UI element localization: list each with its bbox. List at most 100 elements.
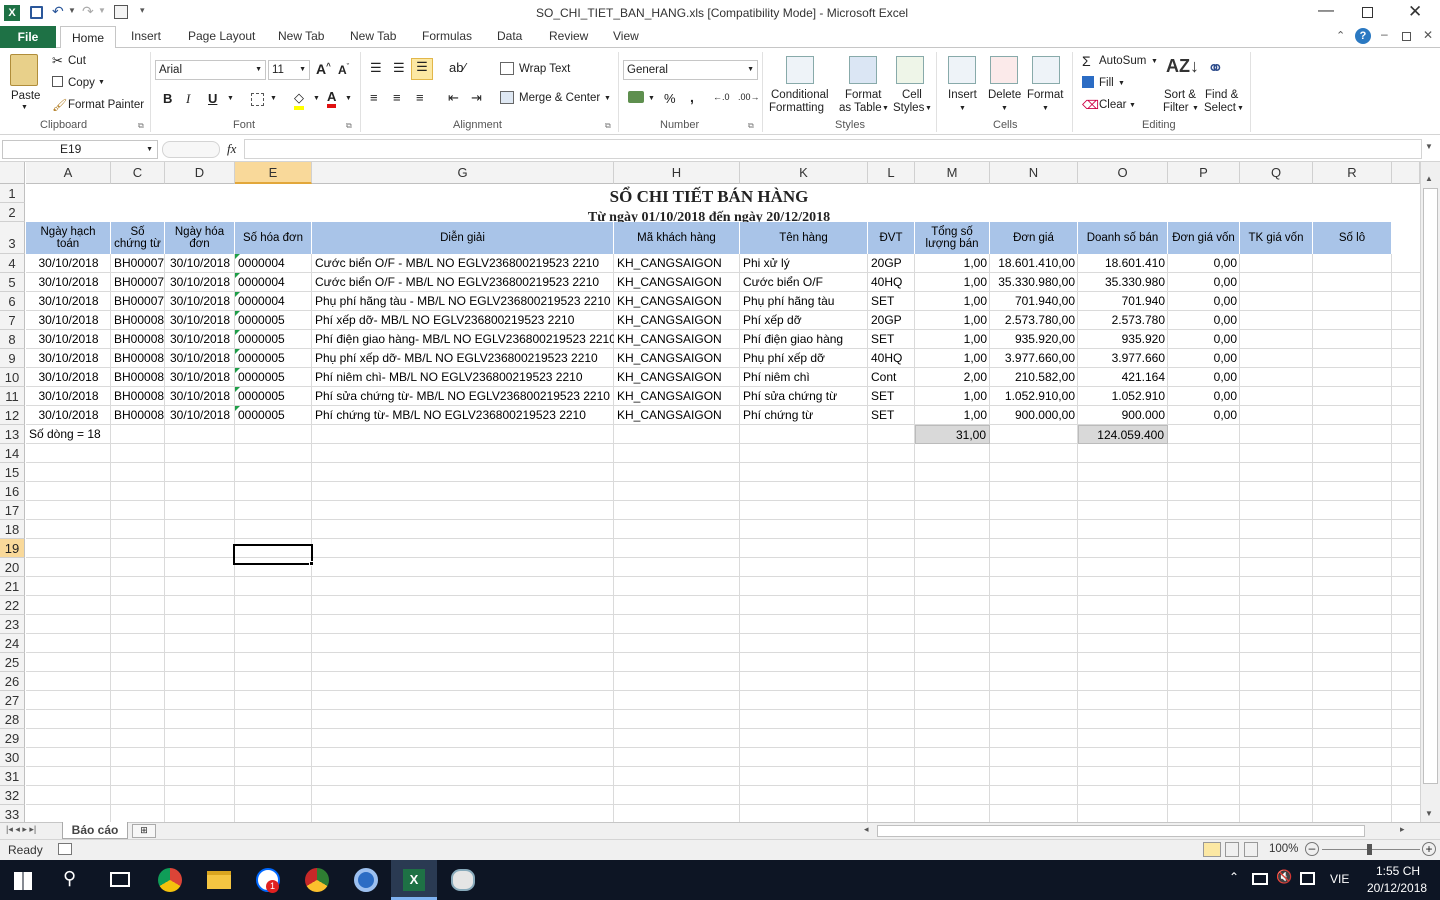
show-hidden-icons-icon[interactable]: ⌃ [1229, 870, 1239, 884]
sheet-tab-bao-cao[interactable]: Báo cáo [62, 822, 128, 839]
table-cell[interactable]: SET [868, 330, 915, 349]
normal-view-icon[interactable] [1203, 842, 1221, 857]
decrease-indent-icon[interactable]: ⇤ [448, 90, 459, 106]
font-size-select[interactable]: 11 ▼ [268, 60, 310, 80]
column-header-l[interactable]: L [868, 162, 915, 184]
tab-file[interactable]: File [0, 26, 56, 48]
table-cell[interactable]: 935.920 [1078, 330, 1168, 349]
table-cell[interactable]: 3.977.660 [1078, 349, 1168, 368]
table-header-cell[interactable]: Đơn giá vốn [1168, 222, 1240, 254]
row-header-9[interactable]: 9 [0, 349, 25, 368]
table-cell[interactable]: 0,00 [1168, 254, 1240, 273]
horizontal-scroll-thumb[interactable] [877, 825, 1365, 837]
font-color-icon[interactable]: A [327, 89, 337, 108]
decrease-decimal-icon[interactable]: .00→ [738, 92, 760, 102]
table-cell[interactable]: 701.940 [1078, 292, 1168, 311]
row-header-6[interactable]: 6 [0, 292, 25, 311]
table-cell[interactable]: 30/10/2018 [26, 349, 111, 368]
row-header-29[interactable]: 29 [0, 729, 25, 748]
doc-close-icon[interactable]: ✕ [1423, 28, 1433, 42]
tab-home[interactable]: Home [60, 26, 116, 49]
table-cell[interactable]: 2,00 [915, 368, 990, 387]
table-cell[interactable]: 30/10/2018 [165, 330, 235, 349]
table-cell[interactable]: KH_CANGSAIGON [614, 330, 740, 349]
minimize-button[interactable]: — [1318, 2, 1334, 20]
table-cell[interactable]: BH00007 [111, 292, 165, 311]
undo-icon[interactable]: ↶ [52, 3, 64, 20]
row-header-10[interactable]: 10 [0, 368, 25, 387]
table-cell[interactable]: 1.052.910,00 [990, 387, 1078, 406]
row-header-23[interactable]: 23 [0, 615, 25, 634]
format-painter-button[interactable]: Format Painter [68, 99, 144, 111]
column-header-a[interactable]: A [26, 162, 111, 184]
table-cell[interactable]: Phi xử lý [740, 254, 868, 273]
notifications-icon[interactable] [1300, 872, 1315, 885]
sort-filter-label-1[interactable]: Sort & [1164, 89, 1196, 101]
table-cell[interactable]: BH00008 [111, 406, 165, 425]
volume-muted-icon[interactable]: 🔇 [1276, 869, 1292, 885]
font-name-select[interactable]: Arial ▼ [155, 60, 266, 80]
table-header-cell[interactable]: Ngày hóa đơn [165, 222, 235, 254]
table-cell[interactable]: 1.052.910 [1078, 387, 1168, 406]
table-cell[interactable]: 0000005 [235, 330, 312, 349]
table-cell[interactable]: 0000005 [235, 311, 312, 330]
tab-view[interactable]: View [613, 29, 639, 43]
row-header-22[interactable]: 22 [0, 596, 25, 615]
table-cell[interactable]: 1,00 [915, 292, 990, 311]
table-cell[interactable]: Phí xếp dỡ- MB/L NO EGLV236800219523 221… [312, 311, 614, 330]
row-header-4[interactable]: 4 [0, 254, 25, 273]
table-cell[interactable]: 0,00 [1168, 406, 1240, 425]
macro-record-icon[interactable] [58, 843, 72, 855]
row-header-5[interactable]: 5 [0, 273, 25, 292]
table-cell[interactable]: 20GP [868, 311, 915, 330]
table-cell[interactable]: KH_CANGSAIGON [614, 387, 740, 406]
column-header-c[interactable]: C [111, 162, 165, 184]
table-header-cell[interactable]: Tên hàng [740, 222, 868, 254]
vertical-scroll-thumb[interactable] [1423, 188, 1438, 784]
align-top-icon[interactable]: ☰ [370, 60, 382, 76]
row-header-13[interactable]: 13 [0, 425, 25, 444]
table-cell[interactable]: SET [868, 406, 915, 425]
total-sales[interactable]: 124.059.400 [1078, 425, 1168, 444]
table-cell[interactable]: Phụ phí hãng tàu - MB/L NO EGLV236800219… [312, 292, 614, 311]
conditional-formatting-label-1[interactable]: Conditional [771, 89, 829, 101]
network-icon[interactable] [1252, 873, 1268, 885]
active-cell-outline[interactable] [233, 544, 313, 565]
table-cell[interactable]: 30/10/2018 [26, 273, 111, 292]
select-all-corner[interactable] [0, 162, 25, 184]
borders-icon[interactable] [251, 93, 264, 106]
row-header-3[interactable]: 3 [0, 222, 25, 254]
table-cell[interactable]: Phí chứng từ- MB/L NO EGLV236800219523 2… [312, 406, 614, 425]
table-cell[interactable]: SET [868, 292, 915, 311]
first-sheet-icon[interactable]: |◂ ◂ ▸ ▸| [6, 824, 36, 835]
table-cell[interactable]: 35.330.980,00 [990, 273, 1078, 292]
delete-dropdown-icon[interactable]: ▼ [1001, 105, 1008, 112]
table-cell[interactable]: 30/10/2018 [26, 311, 111, 330]
table-cell[interactable]: BH00008 [111, 311, 165, 330]
print-preview-icon[interactable] [114, 5, 128, 19]
clock-date[interactable]: 20/12/2018 [1367, 881, 1427, 895]
row-header-16[interactable]: 16 [0, 482, 25, 501]
row-header-33[interactable]: 33 [0, 805, 25, 822]
table-cell[interactable]: 30/10/2018 [165, 387, 235, 406]
conditional-formatting-label-2[interactable]: Formatting [769, 102, 824, 114]
row-header-11[interactable]: 11 [0, 387, 25, 406]
row-header-27[interactable]: 27 [0, 691, 25, 710]
table-cell[interactable]: KH_CANGSAIGON [614, 349, 740, 368]
comma-style-icon[interactable]: , [690, 89, 694, 105]
table-cell[interactable]: 30/10/2018 [165, 368, 235, 387]
number-launcher-icon[interactable]: ⧉ [748, 121, 754, 131]
table-cell[interactable]: Cước biển O/F [740, 273, 868, 292]
hscroll-right-icon[interactable]: ▸ [1400, 824, 1405, 835]
row-header-17[interactable]: 17 [0, 501, 25, 520]
page-break-view-icon[interactable] [1244, 842, 1258, 857]
table-cell[interactable]: 18.601.410,00 [990, 254, 1078, 273]
borders-dropdown-icon[interactable]: ▼ [270, 95, 277, 102]
insert-function-icon[interactable]: fx [227, 141, 236, 157]
sort-filter-icon[interactable]: AZ↓ [1166, 56, 1199, 77]
table-cell[interactable]: 900.000 [1078, 406, 1168, 425]
format-as-table-label-1[interactable]: Format [845, 89, 881, 101]
expand-formula-bar-icon[interactable]: ▼ [1425, 142, 1433, 151]
formula-bar-handle[interactable] [162, 141, 220, 158]
scroll-up-icon[interactable]: ▲ [1425, 174, 1433, 183]
